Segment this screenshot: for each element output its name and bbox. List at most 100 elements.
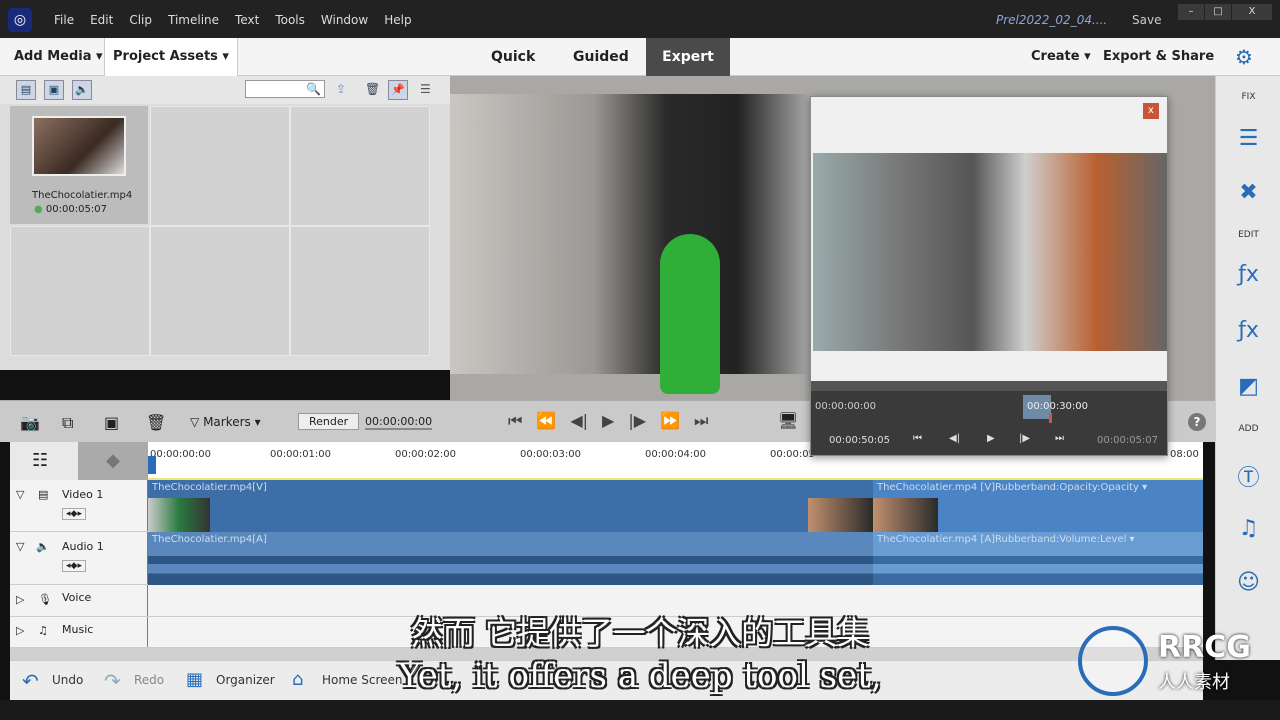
image-filter-icon[interactable]: ▣ bbox=[44, 80, 64, 100]
project-assets-button[interactable]: Project Assets ▾ bbox=[104, 38, 238, 76]
timecode[interactable]: 00:00:00:00 bbox=[365, 415, 433, 430]
rrcg-brand: RRCG bbox=[1158, 630, 1251, 665]
timeline-view-icon[interactable]: ☷ bbox=[32, 450, 48, 471]
menu-edit[interactable]: Edit bbox=[90, 13, 113, 27]
speaker-icon: 🔈 bbox=[36, 540, 50, 553]
video-clip-selected[interactable]: TheChocolatier.mp4 [V]Rubberband:Opacity… bbox=[873, 480, 1203, 532]
tab-guided[interactable]: Guided bbox=[573, 38, 629, 76]
main-video-frame[interactable] bbox=[450, 94, 810, 394]
edit-label: EDIT bbox=[1238, 230, 1259, 240]
rewind-icon[interactable]: ⏪ bbox=[536, 411, 556, 431]
ruler-label: 00:00:00:00 bbox=[150, 449, 212, 460]
keyframe-nav[interactable]: ◂◆▸ bbox=[62, 508, 86, 520]
smart-trim-icon[interactable]: ▣ bbox=[104, 413, 119, 432]
trash-icon[interactable]: 🗑 bbox=[146, 413, 166, 432]
pin-icon[interactable]: 📌 bbox=[388, 80, 408, 100]
tab-quick[interactable]: Quick bbox=[491, 38, 535, 76]
clip-thumbnail bbox=[873, 498, 938, 532]
export-share-button[interactable]: Export & Share bbox=[1103, 38, 1214, 76]
menu-timeline[interactable]: Timeline bbox=[168, 13, 219, 27]
status-bar bbox=[0, 700, 1280, 720]
expand-icon[interactable]: ▷ bbox=[16, 593, 24, 606]
menu-window[interactable]: Window bbox=[321, 13, 368, 27]
preview-mid-time: 00:00:30:00 bbox=[1027, 401, 1089, 412]
play-icon[interactable]: ▶ bbox=[987, 433, 995, 444]
titles-icon[interactable]: Ⓣ bbox=[1216, 460, 1280, 492]
clip-thumbnail bbox=[808, 498, 873, 532]
main-menu: File Edit Clip Timeline Text Tools Windo… bbox=[54, 13, 412, 27]
playhead[interactable] bbox=[148, 456, 156, 474]
close-button[interactable]: X bbox=[1232, 4, 1272, 20]
preview-close-button[interactable]: x bbox=[1143, 103, 1159, 119]
video-content bbox=[660, 234, 720, 394]
empty-cell bbox=[290, 106, 430, 226]
music-icon[interactable]: ♫ bbox=[1216, 516, 1280, 541]
search-input[interactable]: 🔍 bbox=[245, 80, 325, 98]
add-media-button[interactable]: Add Media ▾ bbox=[14, 38, 103, 76]
step-forward-icon[interactable]: |▶ bbox=[628, 411, 646, 431]
menu-file[interactable]: File bbox=[54, 13, 74, 27]
effects-icon[interactable]: ƒx bbox=[1216, 318, 1280, 343]
monitor-icon[interactable]: 🖥 bbox=[778, 411, 798, 430]
track-audio-1: ▽ 🔈 Audio 1 ◂◆▸ TheChocolatier.mp4[A] Th… bbox=[10, 532, 1203, 585]
maximize-button[interactable]: □ bbox=[1205, 4, 1231, 20]
tab-expert[interactable]: Expert bbox=[646, 38, 730, 76]
track-header: ▽ ▤ Video 1 ◂◆▸ bbox=[10, 480, 148, 531]
preview-playhead[interactable] bbox=[1049, 413, 1052, 423]
keyframe-nav[interactable]: ◂◆▸ bbox=[62, 560, 86, 572]
import-icon[interactable]: ⇪ bbox=[336, 82, 346, 96]
video-clip[interactable]: TheChocolatier.mp4[V] bbox=[148, 480, 873, 532]
transitions-icon[interactable]: ◩ bbox=[1216, 374, 1280, 399]
rotate-icon[interactable]: ⧉ bbox=[62, 413, 73, 433]
adjust-icon[interactable]: ☰ bbox=[1216, 126, 1280, 151]
go-to-start-icon[interactable]: ⏮ bbox=[913, 433, 922, 444]
panel-menu-icon[interactable]: ☰ bbox=[420, 82, 431, 96]
go-to-start-icon[interactable]: ⏮ bbox=[508, 411, 522, 431]
go-to-end-icon[interactable]: ⏭ bbox=[1055, 433, 1064, 444]
menu-text[interactable]: Text bbox=[235, 13, 259, 27]
tools-icon[interactable]: ✖ bbox=[1216, 180, 1280, 205]
fix-label: FIX bbox=[1241, 92, 1256, 102]
audio-view-icon[interactable]: ◆ bbox=[78, 442, 148, 480]
microphone-icon: 🎙 bbox=[38, 593, 52, 606]
save-button[interactable]: Save bbox=[1132, 13, 1161, 27]
project-name: Prel2022_02_04.... bbox=[996, 13, 1108, 27]
rrcg-logo-icon bbox=[1078, 626, 1148, 696]
rrcg-cn: 人人素材 bbox=[1158, 672, 1230, 693]
camera-icon[interactable]: 📷 bbox=[20, 413, 40, 432]
empty-cell bbox=[150, 106, 290, 226]
effects-edit-icon[interactable]: ƒx bbox=[1216, 262, 1280, 287]
step-back-icon[interactable]: ◀| bbox=[949, 433, 960, 444]
menu-tools[interactable]: Tools bbox=[275, 13, 305, 27]
help-icon[interactable]: ? bbox=[1188, 413, 1206, 431]
gear-icon[interactable]: ⚙ bbox=[1235, 38, 1253, 76]
go-to-end-icon[interactable]: ⏭ bbox=[694, 411, 708, 431]
expand-icon[interactable]: ▽ bbox=[16, 488, 24, 501]
track-header: ▽ 🔈 Audio 1 ◂◆▸ bbox=[10, 532, 148, 584]
create-button[interactable]: Create ▾ bbox=[1031, 38, 1091, 76]
ruler-label: 00:00:04:00 bbox=[645, 449, 707, 460]
menu-help[interactable]: Help bbox=[384, 13, 411, 27]
fast-forward-icon[interactable]: ⏩ bbox=[660, 411, 680, 431]
asset-item[interactable]: TheChocolatier.mp4 ● 00:00:05:07 bbox=[10, 106, 148, 224]
empty-cell bbox=[10, 226, 150, 356]
play-icon[interactable]: ▶ bbox=[602, 411, 614, 431]
menu-clip[interactable]: Clip bbox=[129, 13, 152, 27]
video-filter-icon[interactable]: ▤ bbox=[16, 80, 36, 100]
markers-dropdown[interactable]: ▽ Markers ▾ bbox=[190, 415, 261, 429]
graphics-icon[interactable]: ☺ bbox=[1216, 570, 1280, 595]
tools-panel: FIX ☰ ✖ EDIT ƒx ƒx ◩ ADD Ⓣ ♫ ☺ bbox=[1215, 76, 1280, 660]
render-button[interactable]: Render bbox=[298, 413, 360, 430]
trash-icon[interactable]: 🗑 bbox=[365, 82, 380, 96]
minimize-button[interactable]: – bbox=[1178, 4, 1204, 20]
preview-scrollbar[interactable] bbox=[811, 381, 1167, 391]
step-back-icon[interactable]: ◀| bbox=[570, 411, 588, 431]
audio-filter-icon[interactable]: 🔈 bbox=[72, 80, 92, 100]
audio-clip-selected[interactable]: TheChocolatier.mp4 [A]Rubberband:Volume:… bbox=[873, 532, 1203, 585]
audio-clip[interactable]: TheChocolatier.mp4[A] bbox=[148, 532, 873, 585]
film-icon: ▤ bbox=[38, 488, 49, 501]
track-name: Audio 1 bbox=[62, 540, 104, 553]
asset-thumbnail bbox=[32, 116, 126, 176]
expand-icon[interactable]: ▽ bbox=[16, 540, 24, 553]
step-forward-icon[interactable]: |▶ bbox=[1019, 433, 1030, 444]
